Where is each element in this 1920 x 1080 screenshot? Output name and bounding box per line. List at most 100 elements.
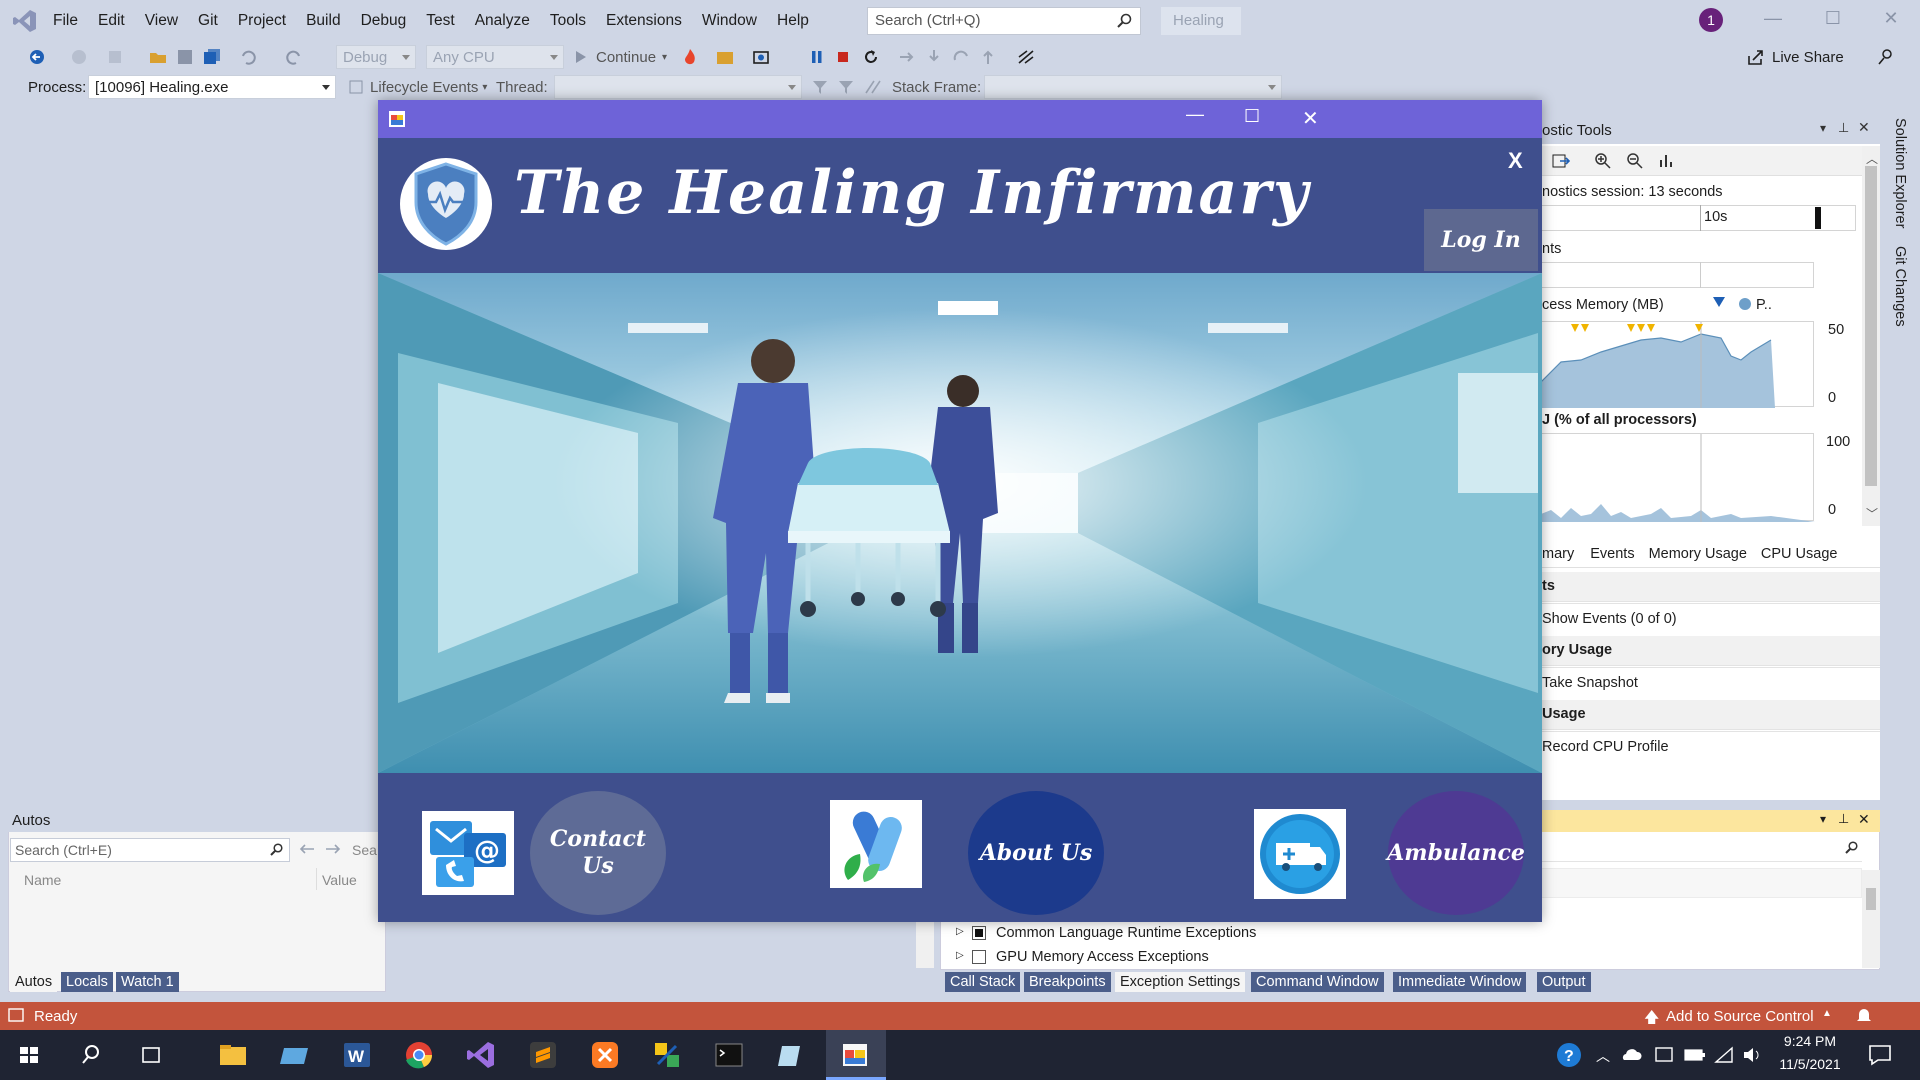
exception-scrollbar[interactable]: [1862, 870, 1880, 968]
breakpoints-icon[interactable]: [1016, 44, 1038, 70]
redo-icon[interactable]: [284, 44, 304, 70]
volume-icon[interactable]: [1742, 1046, 1762, 1064]
login-button[interactable]: Log In: [1424, 209, 1538, 271]
pin-icon[interactable]: ⊥: [1838, 120, 1849, 136]
stack-frame-icon[interactable]: [864, 74, 884, 100]
filter-icon[interactable]: [812, 74, 828, 100]
help-icon[interactable]: ?: [1552, 1038, 1586, 1072]
close-panel-icon[interactable]: ✕: [1858, 119, 1870, 136]
source-control-arrow-icon[interactable]: ▲: [1822, 1008, 1832, 1019]
menu-test[interactable]: Test: [416, 12, 464, 30]
add-to-source-control[interactable]: Add to Source Control: [1666, 1008, 1814, 1025]
word-icon[interactable]: W: [340, 1038, 374, 1072]
menu-edit[interactable]: Edit: [88, 12, 135, 30]
ambulance-tile-icon[interactable]: [1254, 809, 1346, 899]
expand-arrow-icon[interactable]: ▷: [956, 926, 964, 937]
tab-events[interactable]: Events: [1582, 540, 1642, 567]
cpu-chart[interactable]: [1540, 433, 1815, 522]
chrome-icon[interactable]: [402, 1038, 436, 1072]
menu-view[interactable]: View: [135, 12, 188, 30]
show-events-link[interactable]: Show Events (0 of 0): [1540, 603, 1880, 633]
menu-build[interactable]: Build: [296, 12, 350, 30]
events-track[interactable]: [1540, 262, 1814, 288]
flag-thread-icon[interactable]: [838, 74, 854, 100]
save-all-icon[interactable]: [202, 44, 222, 70]
expand-arrow-icon[interactable]: ▷: [956, 950, 964, 961]
exception-item-clr[interactable]: Common Language Runtime Exceptions: [996, 925, 1256, 941]
tab-cpu-usage[interactable]: CPU Usage: [1755, 540, 1846, 567]
tab-watch-1[interactable]: Watch 1: [116, 972, 179, 992]
save-icon[interactable]: [176, 44, 194, 70]
thread-dropdown[interactable]: [554, 75, 802, 99]
back-icon[interactable]: [28, 44, 46, 70]
output-window-icon[interactable]: [8, 1008, 24, 1022]
visual-studio-icon[interactable]: [464, 1038, 498, 1072]
step-into-icon[interactable]: [926, 44, 942, 70]
show-next-statement-icon[interactable]: [898, 44, 916, 70]
menu-git[interactable]: Git: [188, 12, 228, 30]
platform-dropdown[interactable]: Any CPU: [426, 45, 564, 69]
live-share-button[interactable]: Live Share: [1746, 44, 1844, 70]
tab-locals[interactable]: Locals: [61, 972, 113, 992]
close-panel-icon[interactable]: ✕: [1858, 811, 1870, 828]
panel-menu-icon[interactable]: ▾: [1820, 121, 1826, 135]
exception-item-gpu[interactable]: GPU Memory Access Exceptions: [996, 949, 1209, 965]
tab-memory-usage[interactable]: Memory Usage: [1643, 540, 1755, 567]
memory-chart[interactable]: [1540, 321, 1814, 408]
ambulance-button[interactable]: Ambulance: [1387, 791, 1525, 915]
tab-summary[interactable]: mary: [1540, 540, 1582, 567]
tab-call-stack[interactable]: Call Stack: [945, 972, 1021, 992]
reset-zoom-icon[interactable]: [1658, 152, 1676, 170]
tab-autos[interactable]: Autos: [10, 972, 58, 992]
zoom-out-icon[interactable]: [1626, 152, 1644, 170]
app-close-x-button[interactable]: X: [1508, 148, 1523, 174]
sublime-text-icon[interactable]: [526, 1038, 560, 1072]
autos-search-input[interactable]: Search (Ctrl+E): [10, 838, 290, 862]
tab-immediate-window[interactable]: Immediate Window: [1393, 972, 1527, 992]
diagnostics-scrollbar[interactable]: ︿ ﹀: [1862, 146, 1880, 526]
hot-reload-icon[interactable]: [682, 44, 698, 70]
terminal-icon[interactable]: [712, 1038, 746, 1072]
contact-tile-icon[interactable]: @: [422, 811, 514, 895]
close-icon[interactable]: ✕: [1876, 8, 1906, 34]
pills-leaf-tile-icon[interactable]: [830, 800, 922, 888]
step-over-icon[interactable]: [952, 44, 970, 70]
menu-window[interactable]: Window: [692, 12, 767, 30]
menu-tools[interactable]: Tools: [540, 12, 596, 30]
xampp-icon[interactable]: [588, 1038, 622, 1072]
search-forward-icon[interactable]: [324, 842, 342, 856]
menu-analyze[interactable]: Analyze: [465, 12, 540, 30]
timeline-ruler[interactable]: [1540, 205, 1856, 231]
search-icon[interactable]: [74, 1038, 108, 1072]
find-icon[interactable]: [716, 44, 736, 70]
task-view-icon[interactable]: [134, 1038, 168, 1072]
tab-command-window[interactable]: Command Window: [1251, 972, 1384, 992]
exception-search-bar[interactable]: [1540, 836, 1862, 862]
lifecycle-events-dropdown[interactable]: Lifecycle Events ▾: [348, 74, 487, 100]
exception-checkbox-gpu[interactable]: [972, 950, 986, 964]
pin-icon[interactable]: ⊥: [1838, 811, 1849, 827]
zoom-in-icon[interactable]: [1594, 152, 1612, 170]
feedback-icon[interactable]: [1876, 44, 1894, 70]
notes-app-icon[interactable]: [774, 1038, 808, 1072]
new-project-icon[interactable]: [106, 44, 126, 70]
stop-icon[interactable]: [836, 44, 850, 70]
windows-start-icon[interactable]: [12, 1038, 46, 1072]
visual-studio-logo-icon[interactable]: [12, 8, 38, 34]
action-center-icon[interactable]: [1868, 1044, 1892, 1066]
remote-desktop-icon[interactable]: [278, 1038, 312, 1072]
file-explorer-icon[interactable]: [216, 1038, 250, 1072]
panel-menu-icon[interactable]: ▾: [1820, 812, 1826, 826]
forward-icon[interactable]: [70, 44, 88, 70]
search-back-icon[interactable]: [298, 842, 316, 856]
menu-debug[interactable]: Debug: [351, 12, 417, 30]
minimize-icon[interactable]: —: [1758, 8, 1788, 34]
process-dropdown[interactable]: [10096] Healing.exe: [88, 75, 336, 99]
menu-extensions[interactable]: Extensions: [596, 12, 692, 30]
wifi-icon[interactable]: [1714, 1046, 1734, 1064]
solution-explorer-tab[interactable]: Solution Explorer: [1886, 118, 1908, 238]
screenshot-icon[interactable]: [752, 44, 772, 70]
tab-breakpoints[interactable]: Breakpoints: [1024, 972, 1111, 992]
maximize-icon[interactable]: ☐: [1818, 8, 1848, 34]
menu-file[interactable]: File: [43, 12, 88, 30]
